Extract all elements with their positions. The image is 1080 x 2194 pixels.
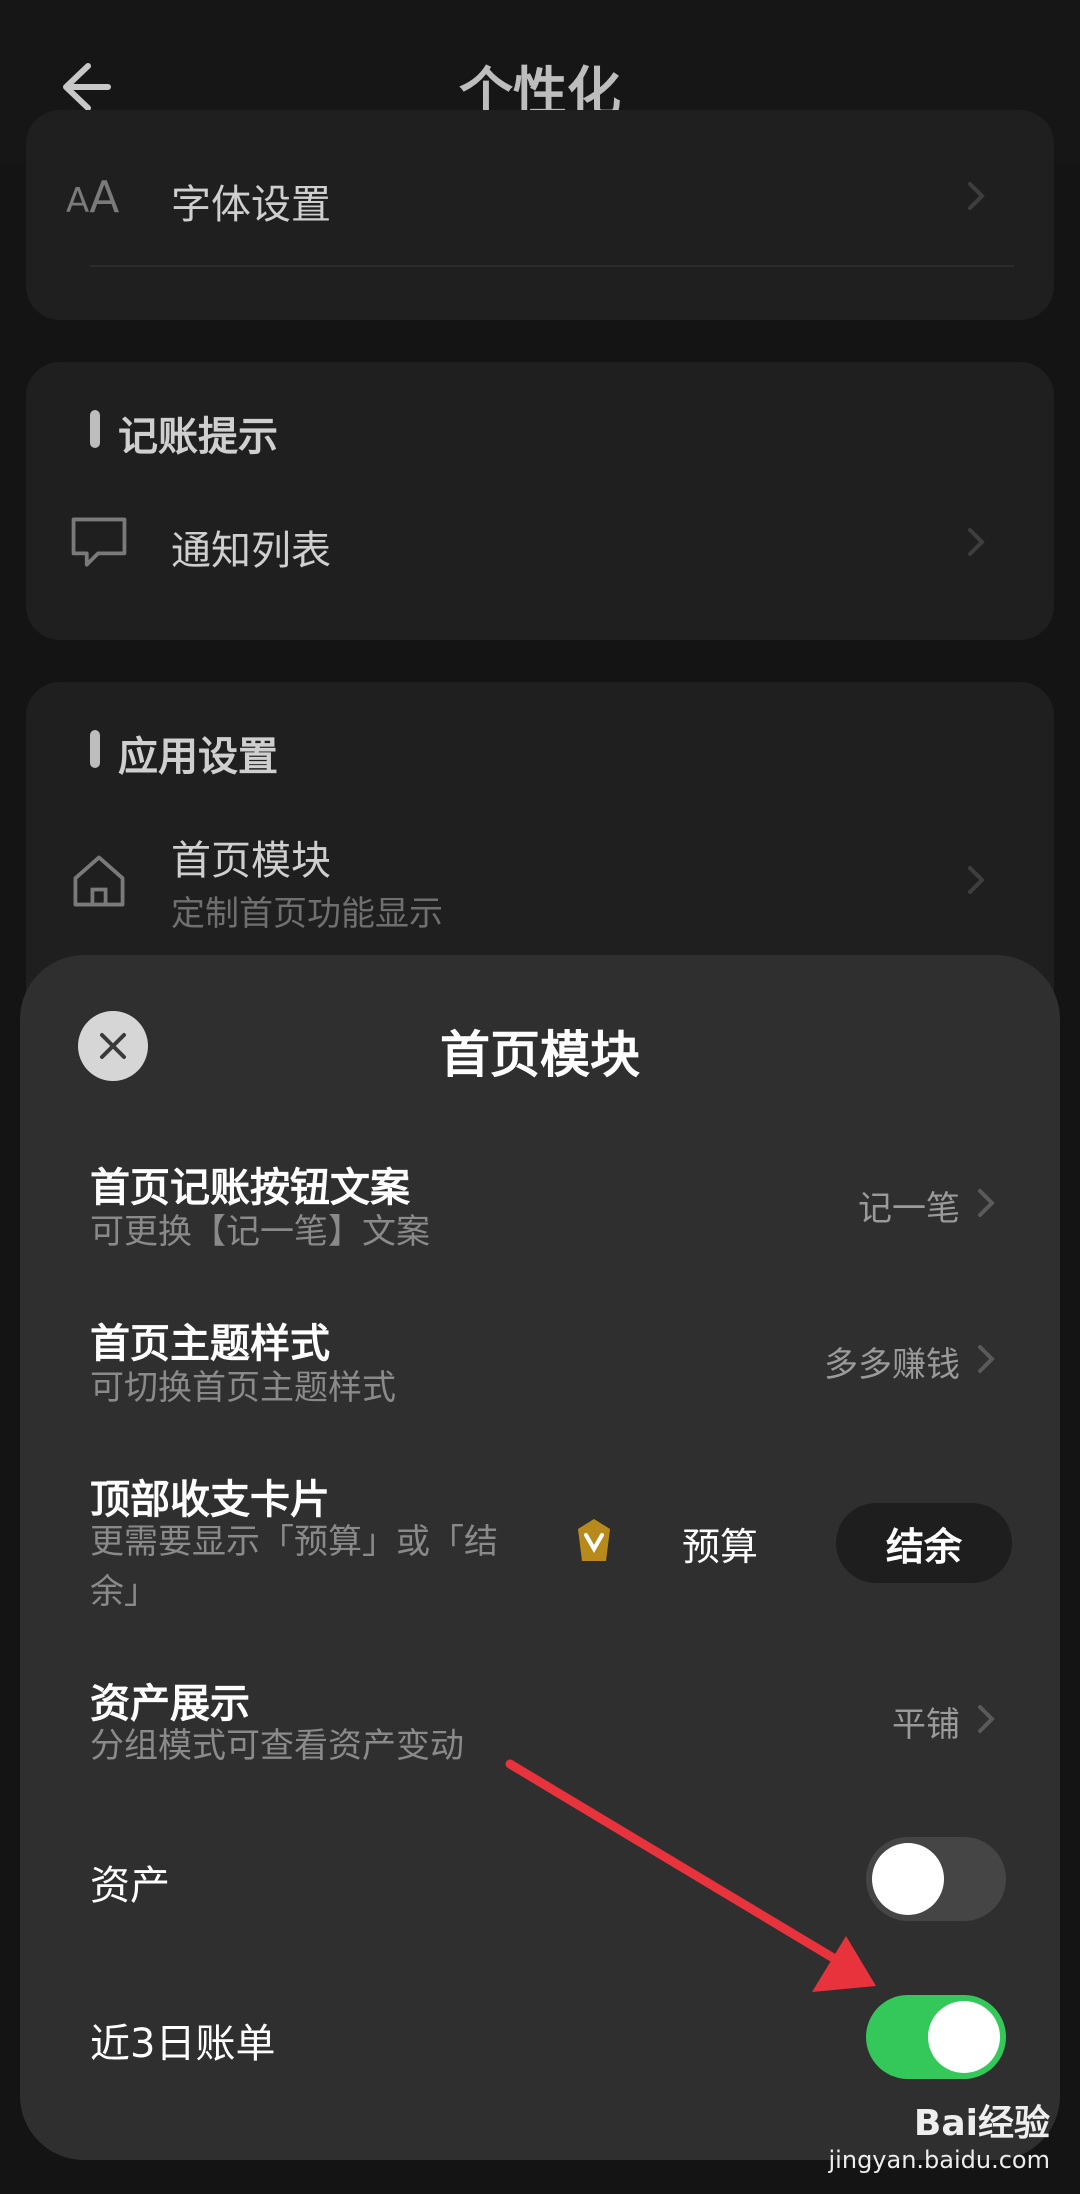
item-value: 记一笔 — [858, 1189, 960, 1229]
item-sub: 可切换首页主题样式 — [90, 1368, 396, 1408]
sheet-title: 首页模块 — [440, 1026, 640, 1084]
home-icon — [73, 855, 125, 907]
recent-bills-toggle[interactable] — [866, 1995, 1006, 2079]
watermark-url: jingyan.baidu.com — [828, 2146, 1050, 2174]
item-sub: 可更换【记一笔】文案 — [90, 1212, 430, 1252]
item-title: 首页记账按钮文案 — [90, 1165, 410, 1211]
vip-crown-icon — [578, 1519, 610, 1561]
chevron-right-icon — [978, 1705, 995, 1733]
assets-toggle[interactable] — [866, 1837, 1006, 1921]
item-title: 资产 — [90, 1863, 170, 1909]
font-settings-card: AA 字体设置 — [26, 110, 1054, 320]
reminder-card: 记账提示 通知列表 — [26, 362, 1054, 640]
home-module-sheet: 首页模块 首页记账按钮文案 可更换【记一笔】文案 记一笔 首页主题样式 可切换首… — [20, 955, 1060, 2160]
chevron-right-icon — [968, 182, 985, 210]
chevron-right-icon — [978, 1345, 995, 1373]
chevron-right-icon — [968, 866, 985, 894]
item-title: 首页主题样式 — [90, 1321, 330, 1367]
segment-balance[interactable]: 结余 — [836, 1503, 1012, 1583]
divider — [90, 265, 1014, 267]
chevron-right-icon — [978, 1189, 995, 1217]
item-title: 近3日账单 — [90, 2021, 276, 2067]
item-sub: 分组模式可查看资产变动 — [90, 1726, 464, 1766]
toggle-knob — [928, 2001, 1000, 2073]
segment-budget[interactable]: 预算 — [620, 1503, 820, 1583]
item-value: 平铺 — [892, 1705, 960, 1745]
item-value: 多多赚钱 — [824, 1345, 960, 1385]
watermark-logo: Bai经验 jingyan.baidu.com — [829, 2094, 1050, 2174]
font-size-icon: AA — [66, 172, 120, 223]
chevron-right-icon — [968, 528, 985, 556]
toggle-knob — [872, 1843, 944, 1915]
home-module-label[interactable]: 首页模块 — [171, 828, 331, 886]
section-marker — [90, 730, 100, 768]
section-title-app: 应用设置 — [118, 734, 278, 780]
message-bubble-icon — [71, 517, 127, 567]
font-settings-label[interactable]: 字体设置 — [171, 172, 331, 230]
item-sub: 更需要显示「预算」或「结 余」 — [90, 1522, 498, 1612]
notification-list-label[interactable]: 通知列表 — [171, 518, 331, 576]
section-marker — [90, 410, 100, 448]
home-module-sub: 定制首页功能显示 — [171, 894, 443, 934]
watermark-brand: Bai经验 — [913, 2103, 1050, 2144]
section-title-reminder: 记账提示 — [118, 414, 278, 460]
